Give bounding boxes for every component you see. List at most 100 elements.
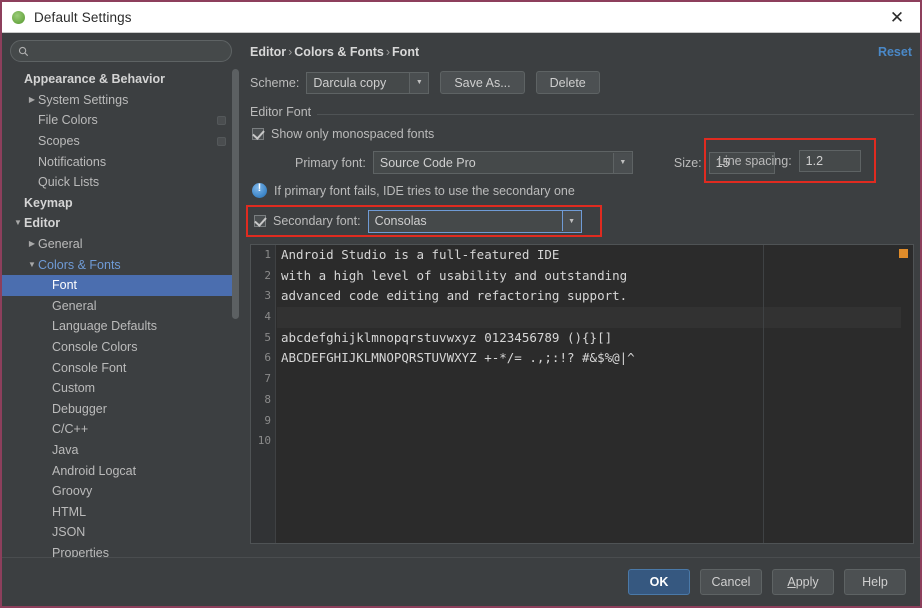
line-number-gutter: 1 2 3 4 5 6 7 8 9 10 xyxy=(251,245,276,543)
group-divider xyxy=(250,114,914,115)
info-icon xyxy=(252,182,267,198)
sidebar-item-groovy[interactable]: Groovy xyxy=(2,481,234,502)
settings-dialog: Default Settings ✕ Appearance & Behavior… xyxy=(0,0,922,608)
dialog-footer: OK Cancel Apply Help xyxy=(2,557,920,606)
preview-code-line xyxy=(277,431,913,452)
sidebar-item-label: Properties xyxy=(52,545,109,557)
line-number: 1 xyxy=(264,248,271,261)
sidebar-item-label: JSON xyxy=(52,525,86,540)
sidebar-item-c-c[interactable]: C/C++ xyxy=(2,419,234,440)
secondary-font-dropdown[interactable]: Consolas ▼ xyxy=(367,209,582,233)
sidebar-item-debugger[interactable]: Debugger xyxy=(2,399,234,420)
scheme-row: Scheme: Darcula copy ▼ Save As... Delete xyxy=(250,71,600,94)
breadcrumb-part-editor[interactable]: Editor xyxy=(250,45,286,59)
scheme-label: Scheme: xyxy=(250,75,300,90)
help-button[interactable]: Help xyxy=(844,569,906,595)
breadcrumb: Editor › Colors & Fonts › Font xyxy=(250,45,419,59)
breadcrumb-separator-2: › xyxy=(385,45,391,59)
chevron-right-icon[interactable]: ▶ xyxy=(26,95,38,104)
size-label: Size: xyxy=(673,155,702,170)
secondary-font-highlight-box: Secondary font: Consolas ▼ xyxy=(246,205,602,237)
sidebar-item-quick-lists[interactable]: Quick Lists xyxy=(2,172,234,193)
sidebar-item-language-defaults[interactable]: Language Defaults xyxy=(2,316,234,337)
sidebar-item-file-colors[interactable]: File Colors xyxy=(2,110,234,131)
sidebar-item-label: HTML xyxy=(52,504,87,519)
sidebar-item-scopes[interactable]: Scopes xyxy=(2,131,234,152)
sidebar-item-general[interactable]: General xyxy=(2,296,234,317)
chevron-down-icon: ▼ xyxy=(409,72,429,93)
settings-main-panel: Editor › Colors & Fonts › Font Reset Scheme:… xyxy=(244,33,920,557)
sidebar-item-general[interactable]: ▶ General xyxy=(2,234,234,255)
preview-code-line xyxy=(277,411,913,432)
line-number: 10 xyxy=(257,434,271,448)
sidebar-scrollbar[interactable] xyxy=(232,69,239,557)
sidebar-scrollbar-thumb[interactable] xyxy=(232,69,239,319)
secondary-font-checkbox[interactable] xyxy=(254,215,266,227)
sidebar-item-font[interactable]: Font xyxy=(2,274,234,296)
line-number: 2 xyxy=(264,268,271,282)
sidebar-item-label: Debugger xyxy=(52,401,107,416)
scheme-dropdown[interactable]: Darcula copy ▼ xyxy=(306,71,430,94)
breadcrumb-part-font[interactable]: Font xyxy=(392,45,419,59)
preview-code-area[interactable]: Android Studio is a full-featured IDE wit… xyxy=(277,245,913,543)
error-stripe-marker[interactable] xyxy=(899,249,908,258)
sidebar-item-label: C/C++ xyxy=(52,422,89,437)
sidebar-item-java[interactable]: Java xyxy=(2,440,234,461)
delete-button[interactable]: Delete xyxy=(535,71,600,94)
primary-font-dropdown[interactable]: Source Code Pro ▼ xyxy=(372,151,633,174)
sidebar-item-console-font[interactable]: Console Font xyxy=(2,357,234,378)
font-preview-editor[interactable]: 1 2 3 4 5 6 7 8 9 10 Android Studio is a full-fea… xyxy=(250,244,914,544)
hint-text: If primary font fails, IDE tries to use … xyxy=(274,183,575,198)
apply-button[interactable]: Apply xyxy=(772,569,834,595)
line-spacing-input[interactable] xyxy=(798,149,861,172)
sidebar-item-label: Custom xyxy=(52,381,96,396)
sidebar-item-label: Scopes xyxy=(38,134,80,149)
close-icon[interactable]: ✕ xyxy=(874,2,920,32)
apply-label-rest: pply xyxy=(795,575,819,589)
line-number: 6 xyxy=(264,351,271,365)
editor-error-stripe-column[interactable] xyxy=(899,245,913,543)
line-number: 4 xyxy=(264,310,271,324)
sidebar-item-keymap[interactable]: Keymap xyxy=(2,193,234,214)
ok-button[interactable]: OK xyxy=(628,569,690,595)
sidebar-item-label: General xyxy=(38,237,83,252)
sidebar-item-colors-fonts[interactable]: ▼ Colors & Fonts xyxy=(2,254,234,275)
cancel-button[interactable]: Cancel xyxy=(700,569,762,595)
sidebar-item-custom[interactable]: Custom xyxy=(2,378,234,399)
search-box[interactable] xyxy=(10,40,232,62)
chevron-down-icon[interactable]: ▼ xyxy=(12,219,24,227)
preview-code-line: advanced code editing and refactoring su… xyxy=(281,288,628,304)
chevron-down-icon[interactable]: ▼ xyxy=(26,260,38,269)
search-input[interactable] xyxy=(33,44,223,58)
sidebar-item-console-colors[interactable]: Console Colors xyxy=(2,337,234,358)
preview-code-line: ABCDEFGHIJKLMNOPQRSTUVWXYZ +-*/= .,;:!? … xyxy=(281,350,635,366)
sidebar-item-html[interactable]: HTML xyxy=(2,501,234,522)
sidebar-item-android-logcat[interactable]: Android Logcat xyxy=(2,460,234,481)
sidebar-item-appearance-behavior[interactable]: Appearance & Behavior xyxy=(2,69,234,90)
chevron-right-icon[interactable]: ▶ xyxy=(26,240,38,248)
sidebar-item-label: Language Defaults xyxy=(52,319,157,334)
breadcrumb-part-colors-fonts[interactable]: Colors & Fonts xyxy=(294,45,384,59)
footer-button-group: OK Cancel Apply Help xyxy=(618,569,906,595)
sidebar-item-label: Editor xyxy=(24,216,61,231)
primary-font-label: Primary font: xyxy=(295,155,366,170)
preview-code-line xyxy=(277,369,913,390)
search-icon xyxy=(18,46,29,56)
chevron-down-icon: ▼ xyxy=(612,152,632,173)
sidebar-item-editor[interactable]: ▼ Editor xyxy=(2,213,234,234)
sidebar-item-json[interactable]: JSON xyxy=(2,522,234,543)
sidebar-item-label: Groovy xyxy=(52,484,93,499)
sidebar-item-notifications[interactable]: Notifications xyxy=(2,151,234,172)
chevron-down-icon: ▼ xyxy=(561,211,581,231)
save-as-button[interactable]: Save As... xyxy=(440,71,525,94)
sidebar-item-label: Android Logcat xyxy=(52,463,137,478)
show-monospaced-checkbox[interactable] xyxy=(252,128,264,140)
line-spacing-highlight-box: Line spacing: xyxy=(704,138,876,183)
line-number: 3 xyxy=(264,289,271,303)
sidebar-item-properties[interactable]: Properties xyxy=(2,543,234,557)
reset-link[interactable]: Reset xyxy=(878,45,912,59)
sidebar-item-label: Console Colors xyxy=(52,340,138,355)
secondary-font-label: Secondary font: xyxy=(273,214,361,228)
show-monospaced-label: Show only monospaced fonts xyxy=(271,127,435,141)
sidebar-item-system-settings[interactable]: ▶ System Settings xyxy=(2,90,234,111)
